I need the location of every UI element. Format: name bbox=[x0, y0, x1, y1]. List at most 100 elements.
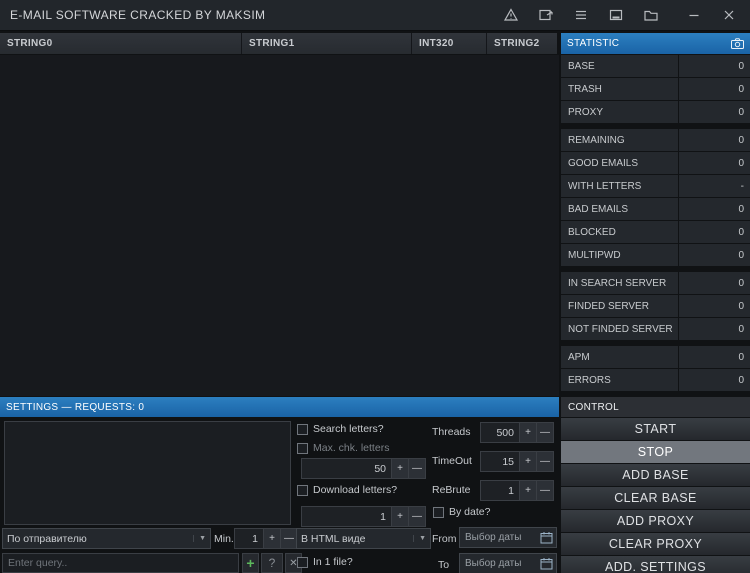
search-letters-checkbox[interactable]: Search letters? bbox=[297, 423, 384, 435]
stat-value: 0 bbox=[679, 152, 750, 174]
calendar-icon[interactable] bbox=[540, 557, 553, 570]
minimize-to-tray-icon[interactable] bbox=[608, 7, 624, 23]
minimize-icon[interactable] bbox=[686, 7, 702, 23]
stat-value: 0 bbox=[679, 129, 750, 151]
stat-value: 0 bbox=[679, 346, 750, 368]
max-letters-stepper: 50 + — bbox=[301, 458, 426, 479]
stat-row-in-search-server: IN SEARCH SERVER 0 bbox=[561, 272, 750, 294]
threads-label: Threads bbox=[432, 426, 471, 438]
checkbox-box[interactable] bbox=[297, 443, 308, 454]
column-header-string2[interactable]: STRING2 bbox=[487, 33, 557, 54]
clear-base-button[interactable]: CLEAR BASE bbox=[561, 487, 750, 509]
rebrute-value[interactable]: 1 bbox=[480, 480, 520, 501]
stat-row-apm: APM 0 bbox=[561, 346, 750, 368]
add-base-button[interactable]: ADD BASE bbox=[561, 464, 750, 486]
min-count-value[interactable]: 1 bbox=[234, 528, 264, 549]
settings-panel: По отправителю ▼ Min. 1 + — + ? ✕ Search… bbox=[0, 417, 560, 573]
increment-button[interactable]: + bbox=[264, 528, 281, 549]
min-label: Min. bbox=[214, 533, 234, 545]
stat-label: REMAINING bbox=[561, 129, 678, 151]
app-window: E-MAIL SOFTWARE CRACKED BY MAKSIM bbox=[0, 0, 750, 573]
checkbox-label: By date? bbox=[449, 506, 490, 518]
timeout-value[interactable]: 15 bbox=[480, 451, 520, 472]
title-bar: E-MAIL SOFTWARE CRACKED BY MAKSIM bbox=[0, 0, 750, 31]
stat-value: 0 bbox=[679, 198, 750, 220]
stat-row-errors: ERRORS 0 bbox=[561, 369, 750, 391]
increment-button[interactable]: + bbox=[392, 506, 409, 527]
stat-row-finded-server: FINDED SERVER 0 bbox=[561, 295, 750, 317]
stat-label: IN SEARCH SERVER bbox=[561, 272, 678, 294]
max-letters-value[interactable]: 50 bbox=[301, 458, 392, 479]
checkbox-label: Max. chk. letters bbox=[313, 442, 389, 454]
stat-label: BASE bbox=[561, 55, 678, 77]
titlebar-icons bbox=[503, 7, 750, 23]
query-input[interactable] bbox=[2, 553, 239, 573]
stop-button[interactable]: STOP bbox=[561, 441, 750, 463]
stat-row-trash: TRASH 0 bbox=[561, 78, 750, 100]
checkbox-box[interactable] bbox=[433, 507, 444, 518]
checkbox-label: Search letters? bbox=[313, 423, 384, 435]
settings-header: SETTINGS — REQUESTS: 0 bbox=[0, 397, 559, 417]
start-button[interactable]: START bbox=[561, 418, 750, 440]
folder-icon[interactable] bbox=[643, 7, 659, 23]
date-placeholder: Выбор даты bbox=[465, 532, 540, 543]
stat-value: 0 bbox=[679, 244, 750, 266]
column-header-int320[interactable]: INT320 bbox=[412, 33, 487, 54]
to-label: To bbox=[438, 559, 449, 571]
stat-value: - bbox=[679, 175, 750, 197]
increment-button[interactable]: + bbox=[392, 458, 409, 479]
checkbox-box[interactable] bbox=[297, 424, 308, 435]
add-settings-button[interactable]: ADD. SETTINGS bbox=[561, 556, 750, 573]
stat-label: ERRORS bbox=[561, 369, 678, 391]
decrement-button[interactable]: — bbox=[537, 451, 554, 472]
in-one-file-checkbox[interactable]: In 1 file? bbox=[297, 556, 353, 568]
help-button[interactable]: ? bbox=[261, 553, 283, 573]
stat-row-remaining: REMAINING 0 bbox=[561, 129, 750, 151]
increment-button[interactable]: + bbox=[520, 451, 537, 472]
close-icon[interactable] bbox=[721, 7, 737, 23]
stat-label: PROXY bbox=[561, 101, 678, 123]
add-proxy-button[interactable]: ADD PROXY bbox=[561, 510, 750, 532]
list-icon[interactable] bbox=[573, 7, 589, 23]
results-table-header: STRING0 STRING1 INT320 STRING2 bbox=[0, 33, 560, 54]
column-header-string1[interactable]: STRING1 bbox=[242, 33, 412, 54]
statistic-title: STATISTIC bbox=[567, 38, 731, 49]
stat-value: 0 bbox=[679, 369, 750, 391]
from-date-picker[interactable]: Выбор даты bbox=[459, 527, 557, 548]
add-query-button[interactable]: + bbox=[242, 553, 259, 573]
stat-value: 0 bbox=[679, 55, 750, 77]
by-date-checkbox[interactable]: By date? bbox=[433, 506, 490, 518]
clear-proxy-button[interactable]: CLEAR PROXY bbox=[561, 533, 750, 555]
window-title: E-MAIL SOFTWARE CRACKED BY MAKSIM bbox=[10, 8, 265, 22]
increment-button[interactable]: + bbox=[520, 422, 537, 443]
stat-row-with-letters: WITH LETTERS - bbox=[561, 175, 750, 197]
max-chk-letters-checkbox[interactable]: Max. chk. letters bbox=[297, 442, 389, 454]
stat-row-proxy: PROXY 0 bbox=[561, 101, 750, 123]
to-date-picker[interactable]: Выбор даты bbox=[459, 553, 557, 573]
html-view-dropdown[interactable]: В HTML виде ▼ bbox=[296, 528, 431, 549]
date-placeholder: Выбор даты bbox=[465, 558, 540, 569]
image-export-icon[interactable] bbox=[538, 7, 554, 23]
decrement-button[interactable]: — bbox=[537, 480, 554, 501]
download-count-value[interactable]: 1 bbox=[301, 506, 392, 527]
stat-label: WITH LETTERS bbox=[561, 175, 678, 197]
timeout-label: TimeOut bbox=[432, 455, 472, 467]
decrement-button[interactable]: — bbox=[409, 506, 426, 527]
stat-label: BAD EMAILS bbox=[561, 198, 678, 220]
threads-value[interactable]: 500 bbox=[480, 422, 520, 443]
warning-icon[interactable] bbox=[503, 7, 519, 23]
download-letters-checkbox[interactable]: Download letters? bbox=[297, 484, 397, 496]
decrement-button[interactable]: — bbox=[409, 458, 426, 479]
from-label: From bbox=[432, 533, 457, 545]
letters-list[interactable] bbox=[4, 421, 291, 525]
checkbox-box[interactable] bbox=[297, 485, 308, 496]
decrement-button[interactable]: — bbox=[537, 422, 554, 443]
sender-filter-dropdown[interactable]: По отправителю ▼ bbox=[2, 528, 211, 549]
results-table-body[interactable] bbox=[0, 55, 559, 396]
column-header-string0[interactable]: STRING0 bbox=[0, 33, 242, 54]
checkbox-box[interactable] bbox=[297, 557, 308, 568]
calendar-icon[interactable] bbox=[540, 531, 553, 544]
increment-button[interactable]: + bbox=[520, 480, 537, 501]
stat-row-multipwd: MULTIPWD 0 bbox=[561, 244, 750, 266]
camera-icon[interactable] bbox=[731, 38, 744, 49]
